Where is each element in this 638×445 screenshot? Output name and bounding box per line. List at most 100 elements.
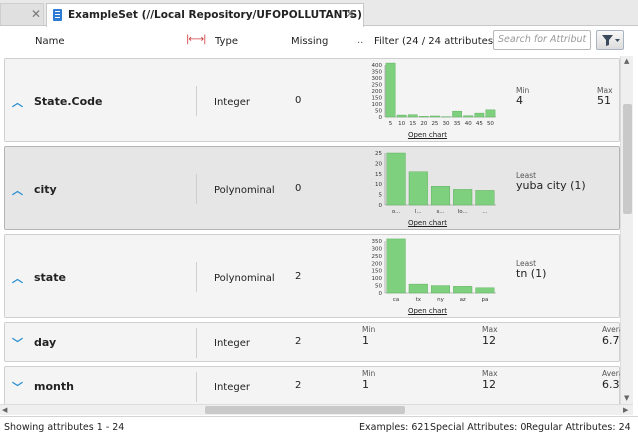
attribute-row-month[interactable]: ﹀ month Integer 2 Min 1 Max 12 Avera 6.3… (4, 366, 620, 404)
filter-button[interactable] (596, 30, 624, 50)
y-tick-label: 100 (372, 276, 383, 282)
header-type[interactable]: Type (215, 36, 238, 47)
scroll-thumb[interactable] (205, 406, 405, 414)
y-tick-label: 50 (375, 109, 382, 115)
stat-value: 12 (482, 378, 496, 391)
close-icon[interactable]: ✕ (31, 7, 41, 21)
special-attributes: Special Attributes: 0 (430, 422, 527, 433)
bar (430, 285, 451, 294)
x-tick-label: 40 (465, 121, 472, 127)
x-tick-label: ny (437, 297, 444, 303)
x-tick-label: 20 (420, 121, 427, 127)
stat-label: Max (482, 369, 498, 378)
bar-chart: 050 100150 200250 300350 ca tx ny az pa (372, 238, 496, 303)
horizontal-scrollbar[interactable]: ◀ ▶ (0, 404, 633, 415)
examples-count: Examples: 621 (359, 422, 430, 433)
vertical-scrollbar[interactable]: ▲ ▼ (620, 56, 633, 404)
scroll-right-icon[interactable]: ▶ (623, 406, 628, 414)
scroll-down-icon[interactable]: ▼ (624, 394, 629, 402)
column-separator (196, 262, 197, 292)
header-name[interactable]: Name (35, 36, 65, 47)
stat-label: Avera (602, 325, 620, 334)
bar (453, 189, 473, 206)
bar (453, 286, 473, 294)
scroll-up-icon[interactable]: ▲ (624, 57, 629, 65)
header-missing[interactable]: Missing (291, 36, 328, 47)
status-bar: Showing attributes 1 - 24 Examples: 621 … (0, 416, 638, 445)
attribute-type: Polynominal (214, 185, 275, 196)
open-chart-link[interactable]: Open chart (355, 131, 500, 139)
close-icon[interactable]: ✕ (345, 7, 355, 21)
y-tick-label: 350 (372, 70, 383, 76)
x-tick-label: 10 (398, 121, 405, 127)
y-tick-label: 20 (375, 161, 382, 167)
stat-value: yuba city (1) (516, 179, 586, 192)
attribute-name: state (34, 271, 66, 284)
y-tick-label: 300 (372, 76, 383, 82)
missing-count: 2 (295, 336, 302, 347)
x-tick-label: ca (393, 297, 399, 303)
missing-count: 0 (295, 95, 302, 106)
x-tick-label: 50 (487, 121, 494, 127)
x-tick-label: l... (415, 209, 422, 215)
tab-exampleset[interactable]: ExampleSet (//Local Repository/UFOPOLLUT… (46, 3, 364, 27)
chevron-down-icon[interactable]: ﹀ (12, 335, 23, 351)
chevron-down-icon[interactable]: ﹀ (12, 379, 23, 395)
tab-bar: ✕ ExampleSet (//Local Repository/UFOPOLL… (0, 0, 638, 27)
search-input[interactable]: Search for Attribut (493, 30, 591, 50)
attribute-row-state-code[interactable]: ︿ State.Code Integer 0 0 50 100 150 200 250 30… (4, 58, 620, 142)
bar (408, 283, 428, 294)
y-tick-label: 0 (379, 203, 383, 209)
y-tick-label: 300 (372, 246, 383, 252)
chevron-up-icon[interactable]: ︿ (12, 270, 23, 286)
bar (408, 171, 428, 206)
scroll-thumb[interactable] (623, 104, 632, 214)
column-separator (196, 372, 197, 402)
attribute-row-city[interactable]: ︿ city Polynominal 0 0 5 10 15 20 25 o... l... s… (4, 146, 620, 230)
scroll-left-icon[interactable]: ◀ (2, 406, 7, 414)
y-tick-label: 5 (379, 193, 383, 199)
y-tick-label: 0 (379, 115, 383, 121)
tab-title: ExampleSet (//Local Repository/UFOPOLLUT… (68, 9, 362, 21)
stat-value: 51 (597, 94, 611, 107)
stat-value: 1 (362, 378, 369, 391)
stat-value: 6.79 (602, 334, 620, 347)
bar (475, 190, 495, 206)
header-more[interactable]: .. (357, 35, 363, 46)
stat-label: Avera (602, 369, 620, 378)
attribute-name: month (34, 380, 74, 393)
y-tick-label: 10 (375, 182, 382, 188)
attribute-name: day (34, 336, 57, 349)
x-tick-label: o... (392, 209, 401, 215)
y-tick-label: 25 (375, 151, 382, 157)
attribute-row-day[interactable]: ﹀ day Integer 2 Min 1 Max 12 Avera 6.79 (4, 322, 620, 362)
y-tick-label: 350 (372, 239, 383, 245)
attribute-row-state[interactable]: ︿ state Polynominal 2 0 50 100 150 200 250 300… (4, 234, 620, 318)
bar (474, 112, 485, 118)
x-tick-label: 35 (454, 121, 461, 127)
open-chart-link[interactable]: Open chart (355, 219, 500, 227)
resize-columns-icon[interactable]: |←→| (186, 34, 206, 45)
missing-count: 2 (295, 271, 302, 282)
showing-attributes: Showing attributes 1 - 24 (4, 422, 125, 433)
column-separator (196, 174, 197, 204)
bar (386, 152, 406, 206)
chevron-up-icon[interactable]: ︿ (12, 94, 23, 110)
x-tick-label: lo... (458, 209, 468, 215)
open-chart-link[interactable]: Open chart (355, 307, 500, 315)
x-tick-label: 45 (476, 121, 483, 127)
histogram-chart[interactable]: 0 50 100 150 200 250 300 350 ca tx ny az pa Open cha… (355, 237, 500, 317)
chevron-up-icon[interactable]: ︿ (12, 182, 23, 198)
bar (430, 115, 440, 118)
column-separator (196, 86, 197, 116)
y-tick-label: 150 (372, 96, 383, 102)
histogram-chart[interactable]: 0 5 10 15 20 25 o... l... s... lo...... Open char… (355, 149, 500, 229)
regular-attributes: Regular Attributes: 24 (526, 422, 631, 433)
bar-chart: 0501001502002503003504005 10 15 20 25 30 35 40 4… (372, 62, 496, 127)
stat-value: 6.39 (602, 378, 620, 391)
tab-previous[interactable]: ✕ (0, 3, 44, 25)
x-tick-label: 25 (431, 121, 438, 127)
histogram-chart[interactable]: 0 50 100 150 200 250 300 350 400 5 10 15 20 25 30 35 40 4… (355, 61, 500, 141)
missing-count: 2 (295, 380, 302, 391)
bar (463, 115, 474, 118)
